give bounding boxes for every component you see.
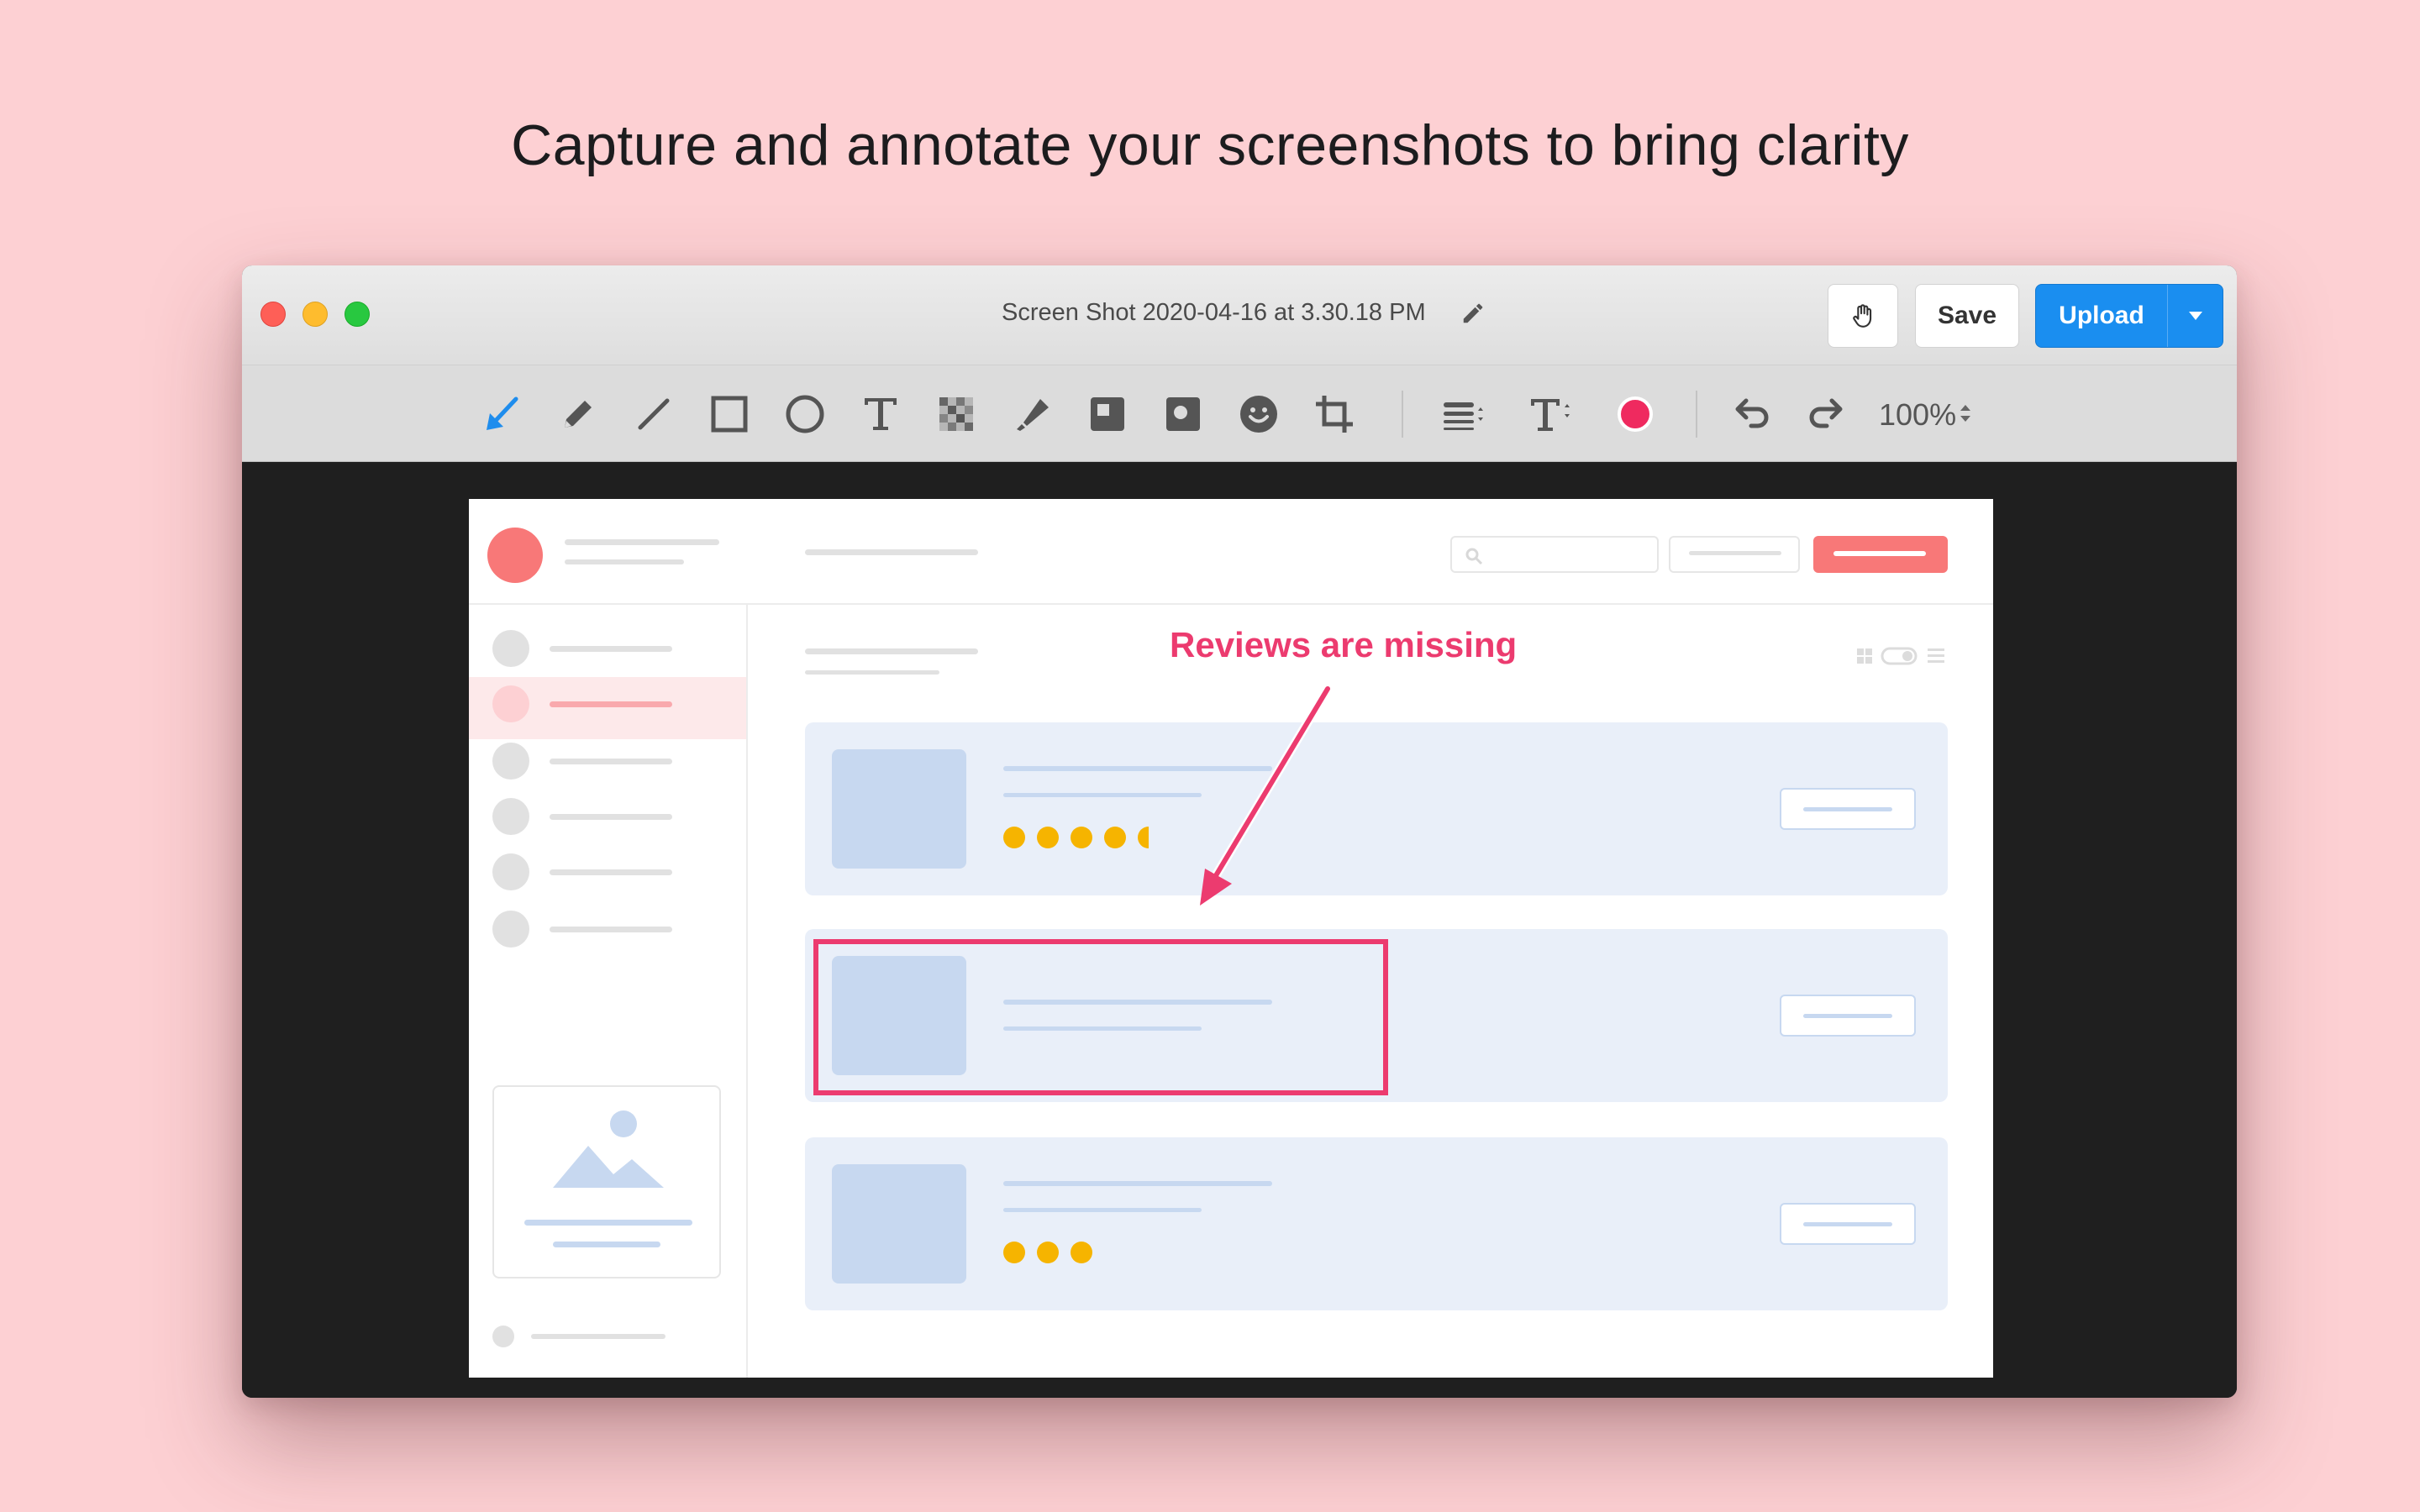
line-tool[interactable]	[630, 391, 677, 438]
toolbar-separator	[1402, 391, 1403, 438]
mock-text-line	[565, 559, 684, 564]
mock-header-divider	[469, 603, 1993, 605]
save-button[interactable]: Save	[1915, 284, 2019, 348]
mock-review-card	[805, 722, 1948, 895]
mock-sidebar-label	[550, 927, 672, 932]
line-style-tool[interactable]	[1439, 391, 1486, 438]
app-window: Screen Shot 2020-04-16 at 3.30.18 PM Sav…	[242, 265, 2237, 1398]
upload-button[interactable]: Upload	[2035, 284, 2223, 348]
mock-sidebar-icon	[492, 743, 529, 780]
undo-icon	[1735, 398, 1769, 428]
mock-sidebar-label	[550, 869, 672, 875]
arrow-tool[interactable]	[479, 391, 526, 438]
mock-sidebar-label	[550, 701, 672, 707]
rectangle-tool[interactable]	[706, 391, 753, 438]
rename-pencil-icon[interactable]	[1460, 301, 1486, 326]
view-toggle-icon	[1857, 647, 1944, 665]
highlighter-tool[interactable]	[1008, 391, 1055, 438]
pencil-icon	[565, 401, 592, 428]
rating-dot	[1037, 1242, 1059, 1263]
redo-button[interactable]	[1802, 391, 1849, 438]
emoji-tool[interactable]	[1235, 391, 1282, 438]
drag-hand-button[interactable]	[1828, 284, 1898, 348]
upload-label: Upload	[2059, 302, 2144, 329]
hand-icon	[1853, 304, 1872, 328]
headline: Capture and annotate your screenshots to…	[511, 113, 1909, 177]
ellipse-icon	[786, 395, 824, 433]
counter-square-icon	[1091, 397, 1124, 431]
redo-icon	[1809, 398, 1843, 428]
annotation-label[interactable]: Reviews are missing	[1170, 625, 1517, 665]
highlight-rectangle-annotation[interactable]	[813, 939, 1388, 1095]
mock-sidebar-label	[550, 814, 672, 820]
title-bar: Screen Shot 2020-04-16 at 3.30.18 PM Sav…	[242, 265, 2237, 365]
pixelate-icon	[939, 397, 973, 431]
arrow-icon	[487, 396, 518, 430]
mock-sidebar-divider	[746, 605, 748, 1378]
emoji-icon	[1240, 396, 1277, 433]
mock-sidebar-label	[550, 646, 672, 652]
toolbar-separator	[1696, 391, 1697, 438]
text-tool[interactable]	[857, 391, 904, 438]
rectangle-icon	[711, 396, 748, 433]
line-icon	[638, 398, 670, 430]
search-icon	[1465, 548, 1483, 565]
rating-dot	[1071, 827, 1092, 848]
rating-dot	[1071, 1242, 1092, 1263]
counter-square-tool[interactable]	[1084, 391, 1131, 438]
mock-sidebar-icon	[492, 853, 529, 890]
counter-circle-tool[interactable]	[1160, 391, 1207, 438]
pixelate-tool[interactable]	[933, 391, 980, 438]
pencil-tool[interactable]	[555, 391, 602, 438]
rating-dot	[1037, 827, 1059, 848]
mock-image-card	[492, 1085, 721, 1278]
editor-canvas[interactable]	[242, 462, 2237, 1398]
image-placeholder-icon	[553, 1110, 664, 1188]
font-style-tool[interactable]	[1528, 391, 1575, 438]
rating-dot	[1138, 827, 1149, 848]
mock-text-line	[805, 549, 978, 555]
rating-dot	[1104, 827, 1126, 848]
mock-text-line	[805, 670, 939, 675]
highlighter-icon	[1017, 399, 1049, 431]
mock-sidebar-icon	[492, 630, 529, 667]
mock-text-line	[805, 648, 978, 654]
font-size-icon	[1531, 399, 1570, 431]
zoom-level[interactable]: 100%	[1879, 397, 1956, 433]
annotation-toolbar: 100%	[242, 365, 2237, 462]
crop-tool[interactable]	[1311, 391, 1358, 438]
caret-down-icon	[2188, 312, 2202, 320]
counter-circle-icon	[1166, 397, 1200, 431]
zoom-stepper-icon[interactable]	[1958, 401, 1973, 426]
rating-dot	[1003, 1242, 1025, 1263]
undo-button[interactable]	[1729, 391, 1776, 438]
text-icon	[865, 398, 897, 430]
upload-options-button[interactable]	[2168, 311, 2223, 321]
crop-icon	[1316, 396, 1353, 433]
rating-dot	[1003, 827, 1025, 848]
mock-footer-dot	[492, 1326, 514, 1347]
color-picker[interactable]	[1612, 391, 1659, 438]
mock-sidebar-icon	[492, 911, 529, 948]
mock-text-line	[531, 1334, 666, 1339]
mock-review-card	[805, 1137, 1948, 1310]
mock-secondary-button	[1669, 536, 1800, 573]
mock-sidebar-icon	[492, 798, 529, 835]
mock-primary-button	[1813, 536, 1948, 573]
window-title: Screen Shot 2020-04-16 at 3.30.18 PM	[1002, 299, 1426, 326]
mock-text-line	[565, 539, 719, 545]
mock-sidebar-icon	[492, 685, 529, 722]
ellipse-tool[interactable]	[781, 391, 829, 438]
line-weight-icon	[1444, 402, 1483, 430]
color-swatch-icon	[1618, 396, 1653, 432]
mock-sidebar-label	[550, 759, 672, 764]
mock-logo	[487, 528, 543, 583]
mock-search-box	[1450, 536, 1659, 573]
